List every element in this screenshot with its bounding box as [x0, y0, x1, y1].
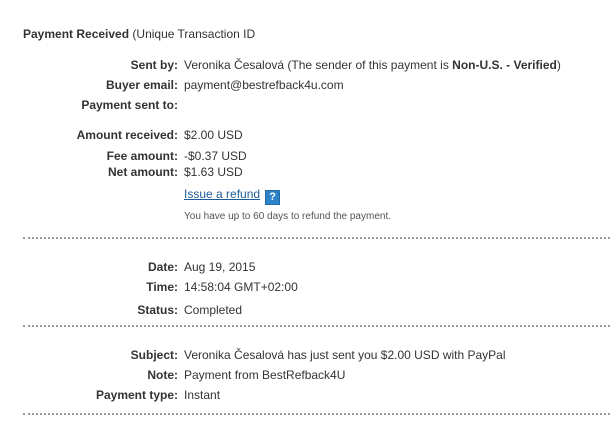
payment-type-value: Instant — [184, 388, 221, 402]
sender-verification-status: Non-U.S. - Verified — [452, 58, 557, 72]
refund-note: You have up to 60 days to refund the pay… — [184, 211, 392, 222]
refund-row: Issue a refund? — [184, 187, 281, 205]
section-divider — [23, 413, 610, 415]
time-value: 14:58:04 GMT+02:00 — [184, 280, 298, 294]
time-label: Time: — [146, 280, 178, 294]
date-value: Aug 19, 2015 — [184, 260, 256, 274]
fee-amount-value: -$0.37 USD — [184, 149, 247, 163]
question-mark-icon[interactable]: ? — [265, 190, 281, 205]
date-label: Date: — [147, 260, 178, 274]
net-amount-value: $1.63 USD — [184, 165, 243, 179]
section-divider — [23, 325, 610, 327]
sender-name: Veronika Česalová — [184, 58, 285, 72]
note-label: Note: — [147, 368, 178, 382]
section-divider — [23, 237, 610, 239]
status-label: Status: — [137, 303, 178, 317]
amount-received-value: $2.00 USD — [184, 128, 243, 142]
buyer-email-label: Buyer email: — [105, 78, 178, 92]
payment-type-label: Payment type: — [95, 388, 178, 402]
sent-by-value: Veronika Česalová (The sender of this pa… — [184, 58, 561, 72]
note-value: Payment from BestRefback4U — [184, 368, 346, 382]
subject-value: Veronika Česalová has just sent you $2.0… — [184, 348, 506, 362]
subject-label: Subject: — [130, 348, 178, 362]
fee-amount-label: Fee amount: — [106, 149, 178, 163]
buyer-email-value: payment@bestrefback4u.com — [184, 78, 344, 92]
page-title: Payment Received — [23, 27, 130, 41]
sender-status-suffix: ) — [556, 58, 561, 72]
payment-header: Payment Received (Unique Transaction ID — [23, 27, 255, 41]
net-amount-label: Net amount: — [108, 165, 178, 179]
sender-status-prefix: (The sender of this payment is — [287, 58, 449, 72]
transaction-id-label: (Unique Transaction ID — [132, 27, 256, 41]
status-value: Completed — [184, 303, 243, 317]
issue-refund-link[interactable]: Issue a refund — [184, 187, 260, 201]
payment-sent-to-label: Payment sent to: — [81, 98, 178, 112]
sent-by-label: Sent by: — [130, 58, 178, 72]
amount-received-label: Amount received: — [76, 128, 178, 142]
